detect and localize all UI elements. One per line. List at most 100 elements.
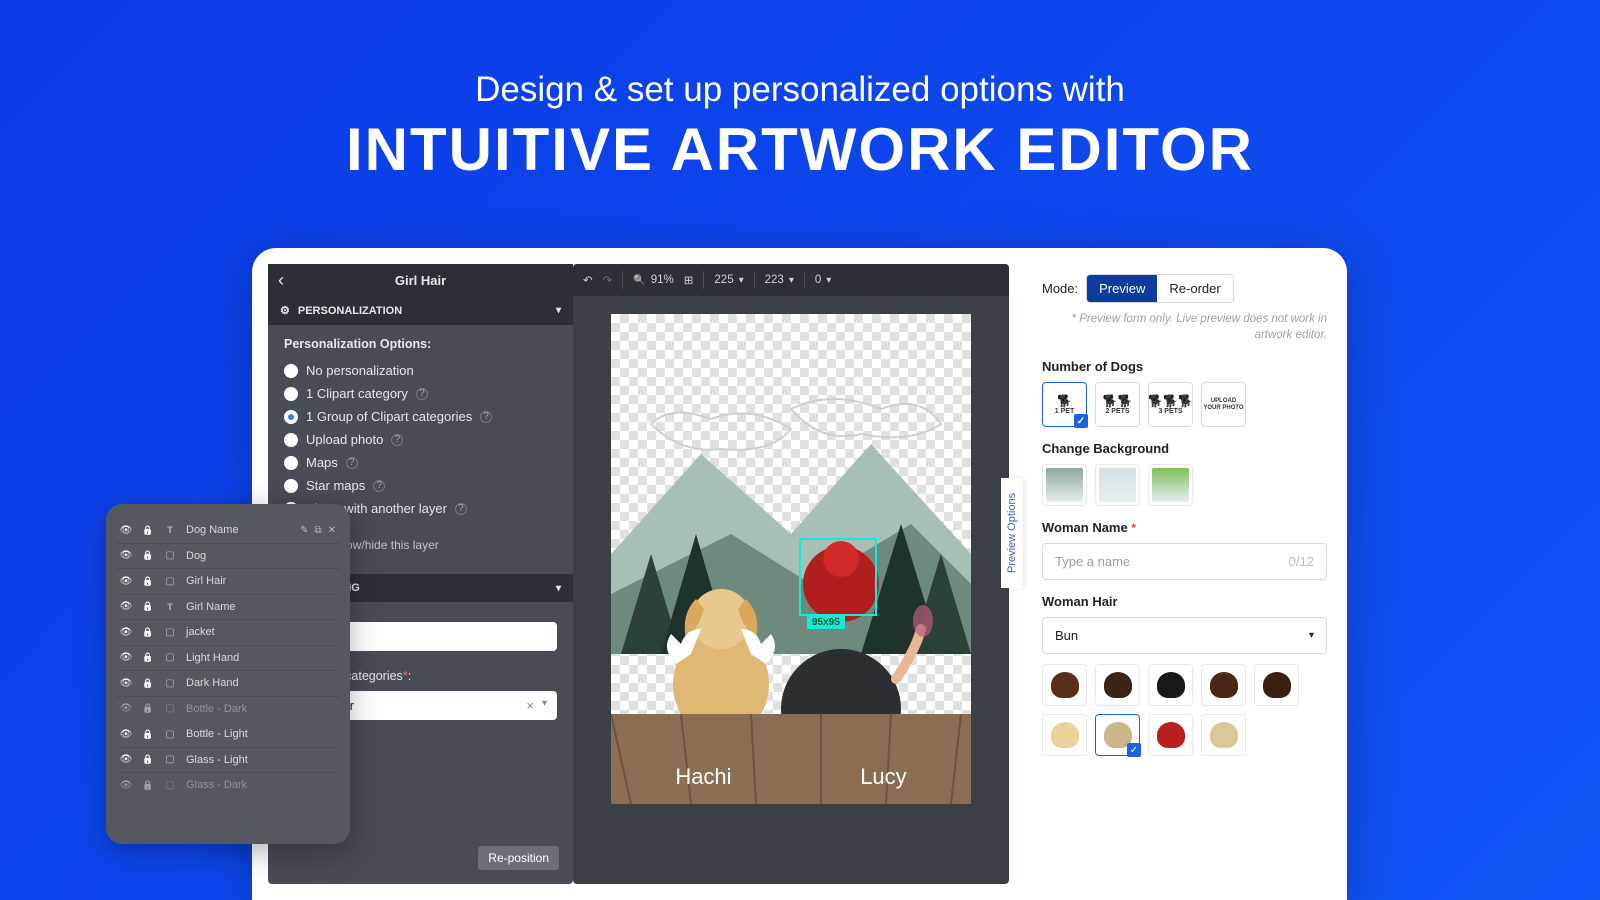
radio-option[interactable]: Upload photo? bbox=[284, 428, 557, 451]
layer-row[interactable]: Dark Hand bbox=[116, 671, 340, 697]
panel-title: Girl Hair bbox=[395, 273, 446, 288]
woman-hair-select[interactable]: Bun bbox=[1042, 617, 1327, 654]
help-icon[interactable]: ? bbox=[455, 503, 467, 515]
visibility-icon[interactable] bbox=[120, 678, 132, 689]
dog-count-tile[interactable]: 🐕1 PET bbox=[1042, 382, 1087, 427]
lock-icon[interactable] bbox=[142, 754, 154, 765]
radio-option[interactable]: 1 Group of Clipart categories? bbox=[284, 405, 557, 428]
visibility-icon[interactable] bbox=[120, 729, 132, 740]
hair-option-tile[interactable] bbox=[1095, 664, 1140, 706]
help-icon[interactable]: ? bbox=[391, 434, 403, 446]
layer-type-icon bbox=[164, 550, 176, 561]
radio-option[interactable]: Star maps? bbox=[284, 474, 557, 497]
lock-icon[interactable] bbox=[142, 576, 154, 587]
dog-count-tile[interactable]: 🐕🐕2 PETS bbox=[1095, 382, 1140, 427]
help-icon[interactable]: ? bbox=[480, 411, 492, 423]
layer-row[interactable]: Dog Name bbox=[116, 518, 340, 544]
radio-option[interactable]: No personalization bbox=[284, 359, 557, 382]
visibility-icon[interactable] bbox=[120, 550, 132, 561]
help-icon[interactable]: ? bbox=[373, 480, 385, 492]
undo-button[interactable] bbox=[583, 273, 593, 287]
hair-option-tile[interactable] bbox=[1201, 664, 1246, 706]
copy-icon[interactable] bbox=[314, 525, 321, 536]
layer-row[interactable]: Bottle - Light bbox=[116, 722, 340, 748]
hair-option-tile[interactable] bbox=[1042, 714, 1087, 756]
layer-row[interactable]: Bottle - Dark bbox=[116, 697, 340, 723]
layers-panel: Dog NameDogGirl HairGirl NamejacketLight… bbox=[106, 504, 350, 844]
grid-toggle[interactable] bbox=[684, 273, 694, 287]
collapse-icon-2[interactable] bbox=[556, 583, 561, 594]
artwork-canvas[interactable]: 95x95 Hachi Lucy bbox=[611, 314, 971, 804]
hair-option-tile[interactable] bbox=[1254, 664, 1299, 706]
background-tile[interactable] bbox=[1095, 464, 1140, 506]
hair-option-tile[interactable] bbox=[1095, 714, 1140, 756]
layer-row[interactable]: Light Hand bbox=[116, 646, 340, 672]
dog-count-tile[interactable]: 🐕🐕🐕3 PETS bbox=[1148, 382, 1193, 427]
lock-icon[interactable] bbox=[142, 780, 154, 791]
back-button[interactable] bbox=[278, 270, 284, 291]
preview-options-tab[interactable]: Preview Options bbox=[1001, 478, 1023, 588]
visibility-icon[interactable] bbox=[120, 525, 132, 536]
lock-icon[interactable] bbox=[142, 729, 154, 740]
collapse-icon[interactable] bbox=[556, 305, 561, 316]
layer-type-icon bbox=[164, 627, 176, 638]
visibility-icon[interactable] bbox=[120, 627, 132, 638]
editor-window: Girl Hair Personalization Personalizatio… bbox=[252, 248, 1347, 900]
mode-reorder-button[interactable]: Re-order bbox=[1157, 275, 1232, 302]
layer-row[interactable]: Girl Hair bbox=[116, 569, 340, 595]
layer-row[interactable]: Glass - Light bbox=[116, 748, 340, 774]
hair-option-tile[interactable] bbox=[1201, 714, 1246, 756]
rotation-input[interactable]: 0 bbox=[815, 274, 831, 286]
radio-option[interactable]: 1 Clipart category? bbox=[284, 382, 557, 405]
height-input[interactable]: 223 bbox=[765, 274, 794, 286]
edit-icon[interactable] bbox=[300, 525, 308, 536]
layer-type-icon bbox=[164, 525, 176, 535]
lock-icon[interactable] bbox=[142, 525, 154, 536]
visibility-icon[interactable] bbox=[120, 754, 132, 765]
help-icon[interactable]: ? bbox=[346, 457, 358, 469]
zoom-control[interactable]: 91% bbox=[633, 274, 673, 286]
visibility-icon[interactable] bbox=[120, 652, 132, 663]
layer-row[interactable]: Dog bbox=[116, 544, 340, 570]
lock-icon[interactable] bbox=[142, 678, 154, 689]
section-personalization: Personalization bbox=[298, 305, 402, 317]
mode-label: Mode: bbox=[1042, 281, 1078, 296]
canvas-name-1: Hachi bbox=[675, 764, 731, 790]
redo-button[interactable] bbox=[603, 273, 613, 287]
layer-row[interactable]: jacket bbox=[116, 620, 340, 646]
canvas-name-2: Lucy bbox=[860, 764, 906, 790]
hero-subtitle: Design & set up personalized options wit… bbox=[0, 70, 1600, 110]
layer-type-icon bbox=[164, 678, 176, 689]
lock-icon[interactable] bbox=[142, 652, 154, 663]
help-icon[interactable]: ? bbox=[416, 388, 428, 400]
visibility-icon[interactable] bbox=[120, 601, 132, 612]
layer-row[interactable]: Glass - Dark bbox=[116, 773, 340, 799]
clear-icon[interactable]: × bbox=[526, 698, 534, 713]
layer-row[interactable]: Girl Name bbox=[116, 595, 340, 621]
hair-option-tile[interactable] bbox=[1148, 664, 1193, 706]
canvas-toolbar: 91% 225 223 0 bbox=[573, 264, 1009, 296]
hair-option-tile[interactable] bbox=[1042, 664, 1087, 706]
mode-preview-button[interactable]: Preview bbox=[1087, 275, 1157, 302]
visibility-icon[interactable] bbox=[120, 576, 132, 587]
visibility-icon[interactable] bbox=[120, 703, 132, 714]
preview-note: * Preview form only. Live preview does n… bbox=[1042, 311, 1327, 343]
selection-box[interactable] bbox=[799, 538, 877, 616]
lock-icon[interactable] bbox=[142, 550, 154, 561]
lock-icon[interactable] bbox=[142, 601, 154, 612]
width-input[interactable]: 225 bbox=[714, 274, 743, 286]
layer-type-icon bbox=[164, 729, 176, 740]
woman-name-input[interactable]: Type a name 0/12 bbox=[1042, 543, 1327, 580]
radio-option[interactable]: Maps? bbox=[284, 451, 557, 474]
hair-option-tile[interactable] bbox=[1148, 714, 1193, 756]
visibility-icon[interactable] bbox=[120, 780, 132, 791]
lock-icon[interactable] bbox=[142, 627, 154, 638]
delete-icon[interactable] bbox=[328, 525, 336, 536]
num-dogs-label: Number of Dogs bbox=[1042, 359, 1327, 374]
lock-icon[interactable] bbox=[142, 703, 154, 714]
background-tile[interactable] bbox=[1042, 464, 1087, 506]
reposition-button[interactable]: Re-position bbox=[478, 846, 559, 870]
chevron-down-icon[interactable] bbox=[542, 698, 547, 713]
dog-count-tile[interactable]: UPLOAD YOUR PHOTO bbox=[1201, 382, 1246, 427]
background-tile[interactable] bbox=[1148, 464, 1193, 506]
